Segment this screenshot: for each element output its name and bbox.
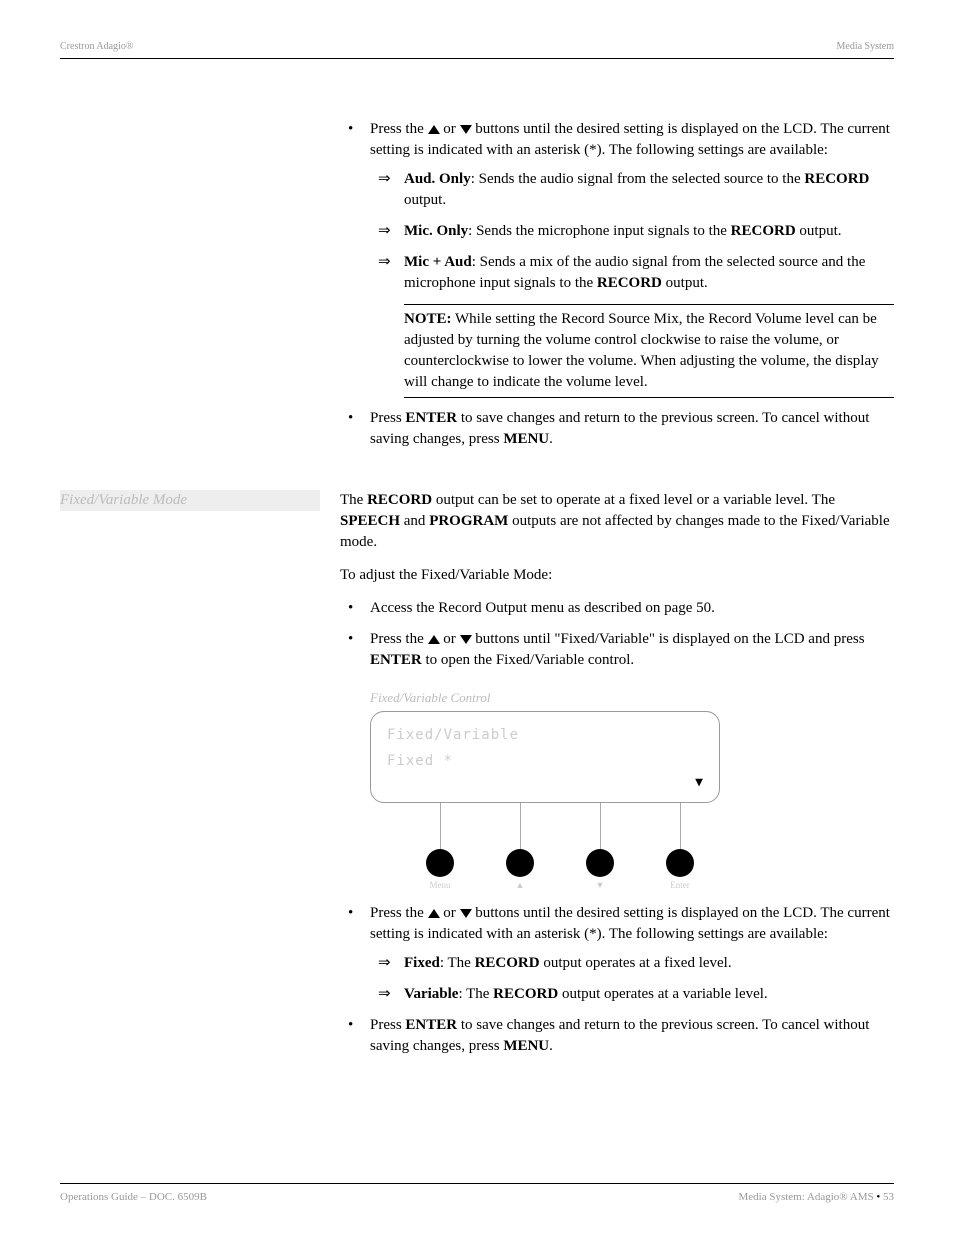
text: output. <box>662 275 708 291</box>
text: or <box>440 631 460 647</box>
text-bold: RECORD <box>597 275 662 291</box>
text: buttons until "Fixed/Variable" is displa… <box>472 631 865 647</box>
text: . <box>549 431 553 447</box>
header-left: Crestron Adagio® <box>60 40 133 54</box>
text: Press the <box>370 121 428 137</box>
list-item: Press the or buttons until the desired s… <box>340 119 894 398</box>
text: Press the <box>370 631 428 647</box>
footer-left: Operations Guide – DOC. 6509B <box>60 1190 207 1205</box>
up-arrow-icon <box>428 635 440 644</box>
header-right: Media System <box>837 40 895 54</box>
down-knob-icon <box>586 849 614 877</box>
text-bold: SPEECH <box>340 513 400 529</box>
note-text: While setting the Record Source Mix, the… <box>404 311 879 390</box>
knob-label: Menu <box>410 879 470 892</box>
text-bold: ENTER <box>405 410 457 426</box>
text: output. <box>404 192 446 208</box>
list-item: Mic + Aud: Sends a mix of the audio sign… <box>370 252 894 294</box>
list-item: Aud. Only: Sends the audio signal from t… <box>370 169 894 211</box>
text: : The <box>458 986 493 1002</box>
text-bold: ENTER <box>370 652 422 668</box>
option-label: Aud. Only <box>404 171 471 187</box>
lcd-line: Fixed * <box>387 752 703 772</box>
list-item: Press ENTER to save changes and return t… <box>340 408 894 450</box>
text-bold: RECORD <box>731 223 796 239</box>
text: Media System: Adagio® AMS <box>738 1191 876 1203</box>
knob-label: ▲ <box>490 879 550 892</box>
down-arrow-icon <box>460 909 472 918</box>
knob-stem <box>440 803 441 851</box>
text-bold: ENTER <box>405 1017 457 1033</box>
knob-row: Menu ▲ ▼ Enter <box>370 803 720 883</box>
list-item: Press ENTER to save changes and return t… <box>340 1015 894 1057</box>
text: and <box>400 513 429 529</box>
text: output operates at a variable level. <box>558 986 768 1002</box>
list-item: Access the Record Output menu as describ… <box>340 598 894 619</box>
footer-right: Media System: Adagio® AMS • 53 <box>738 1190 894 1205</box>
option-label: Variable <box>404 986 458 1002</box>
text: output. <box>796 223 842 239</box>
text: output operates at a fixed level. <box>540 955 732 971</box>
section-record-source-mix: Press the or buttons until the desired s… <box>340 119 894 450</box>
knob-stem <box>680 803 681 851</box>
text: Press the <box>370 905 428 921</box>
text: to open the Fixed/Variable control. <box>422 652 634 668</box>
list-item: Variable: The RECORD output operates at … <box>370 984 894 1005</box>
knob-stem <box>520 803 521 851</box>
header-rule <box>60 58 894 59</box>
list-item: Mic. Only: Sends the microphone input si… <box>370 221 894 242</box>
text: : Sends the microphone input signals to … <box>468 223 730 239</box>
text: The <box>340 492 367 508</box>
text-bold: RECORD <box>493 986 558 1002</box>
page-footer: Operations Guide – DOC. 6509B Media Syst… <box>60 1183 894 1205</box>
menu-knob-icon <box>426 849 454 877</box>
down-arrow-icon <box>460 635 472 644</box>
note-box: NOTE: While setting the Record Source Mi… <box>404 304 894 398</box>
paragraph: The RECORD output can be set to operate … <box>340 490 894 553</box>
knob-label: Enter <box>650 879 710 892</box>
lcd-screen: Fixed/Variable Fixed * ▼ <box>370 711 720 803</box>
list-item: Fixed: The RECORD output operates at a f… <box>370 953 894 974</box>
lcd-line: Fixed/Variable <box>387 726 703 746</box>
knob-label: ▼ <box>570 879 630 892</box>
text: : The <box>440 955 475 971</box>
text: Press <box>370 1017 405 1033</box>
up-arrow-icon <box>428 909 440 918</box>
knob-stem <box>600 803 601 851</box>
text-bold: RECORD <box>804 171 869 187</box>
section-fixed-variable: Fixed/Variable Mode The RECORD output ca… <box>60 490 894 1057</box>
text-bold: RECORD <box>475 955 540 971</box>
down-arrow-icon <box>460 125 472 134</box>
list-item: Press the or buttons until "Fixed/Variab… <box>340 629 894 671</box>
text-bold: MENU <box>503 431 549 447</box>
text: output can be set to operate at a fixed … <box>432 492 835 508</box>
paragraph: To adjust the Fixed/Variable Mode: <box>340 565 894 586</box>
text-bold: RECORD <box>367 492 432 508</box>
figure-caption: Fixed/Variable Control <box>370 689 894 707</box>
enter-knob-icon <box>666 849 694 877</box>
sidebar-heading: Fixed/Variable Mode <box>60 490 320 511</box>
text: or <box>440 905 460 921</box>
up-arrow-icon <box>428 125 440 134</box>
option-label: Mic. Only <box>404 223 468 239</box>
up-knob-icon <box>506 849 534 877</box>
text-bold: PROGRAM <box>429 513 508 529</box>
option-label: Mic + Aud <box>404 254 472 270</box>
text: . <box>549 1038 553 1054</box>
text-bold: MENU <box>503 1038 549 1054</box>
text: 53 <box>880 1191 894 1203</box>
text: Press <box>370 410 405 426</box>
list-item: Press the or buttons until the desired s… <box>340 903 894 1005</box>
lcd-figure: Fixed/Variable Control Fixed/Variable Fi… <box>370 689 894 883</box>
option-label: Fixed <box>404 955 440 971</box>
text: or <box>440 121 460 137</box>
text: : Sends the audio signal from the select… <box>471 171 805 187</box>
down-triangle-icon: ▼ <box>695 774 703 792</box>
note-label: NOTE: <box>404 311 452 327</box>
